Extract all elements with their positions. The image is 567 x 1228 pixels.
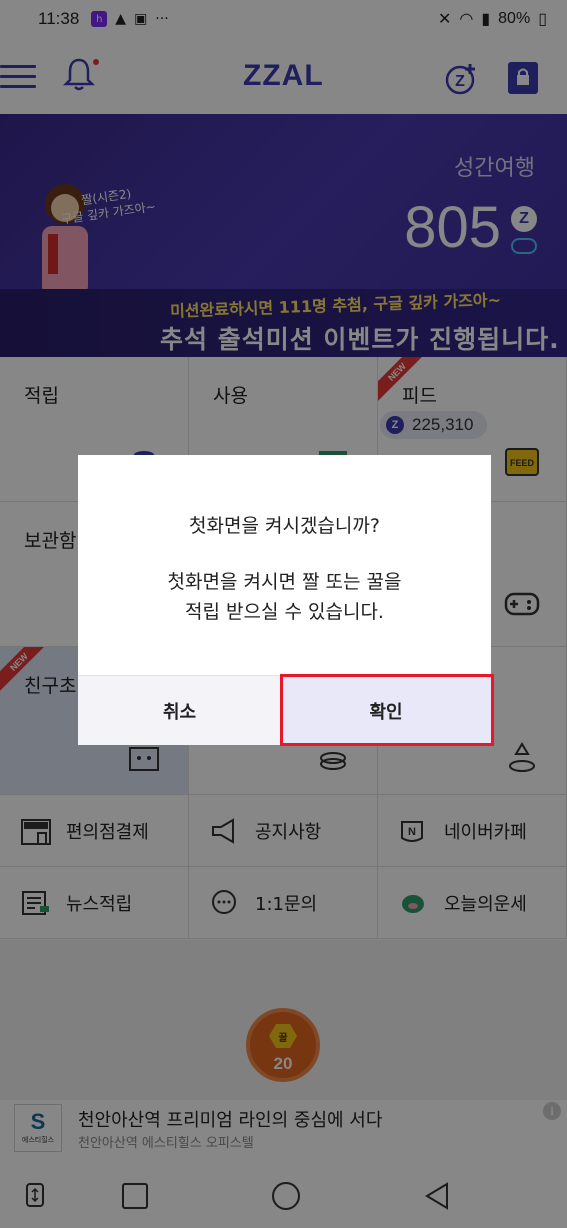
dialog-message-line2: 적립 받으실 수 있습니다. <box>185 601 384 623</box>
dialog-message-line1: 첫화면을 켜시면 짤 또는 꿀을 <box>167 571 402 593</box>
cancel-button[interactable]: 취소 <box>78 675 281 745</box>
confirm-highlight-box <box>280 674 494 746</box>
dialog-title: 첫화면을 켜시겠습니까? <box>189 515 380 537</box>
